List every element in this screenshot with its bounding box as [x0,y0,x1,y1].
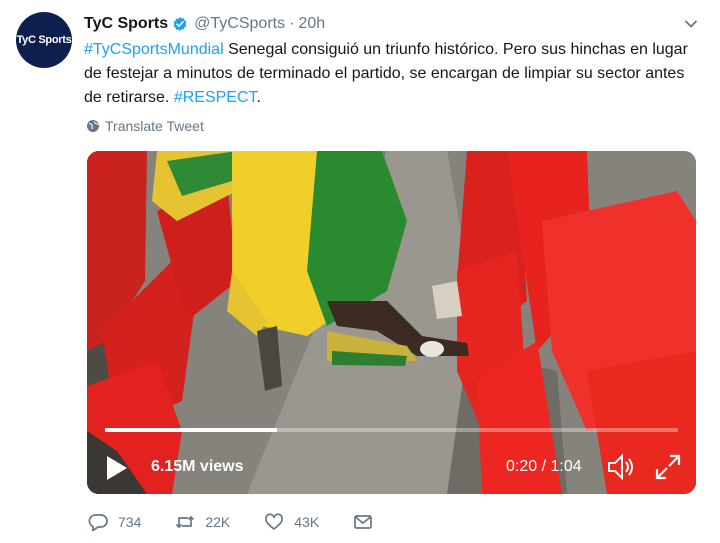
reply-button[interactable]: 734 [88,512,141,532]
like-icon [265,513,284,530]
author-name[interactable]: TyC Sports [84,15,168,33]
video-player[interactable]: 6.15M views 0:20 / 1:04 [87,151,696,494]
tweet-text: #TyCSportsMundial Senegal consiguió un t… [84,38,694,110]
volume-icon[interactable] [606,453,638,481]
translate-label: Translate Tweet [105,118,204,134]
avatar-text: TyC Sports [16,34,72,46]
avatar[interactable]: TyC Sports [16,12,72,68]
globe-icon [86,119,100,133]
direct-message-icon [354,515,373,529]
tweet-end: . [256,89,261,106]
video-timecode: 0:20 / 1:04 [506,458,582,475]
direct-message-button[interactable] [353,512,383,532]
play-icon[interactable] [105,455,129,481]
separator-dot: · [289,15,295,32]
view-count: 6.15M views [151,458,244,475]
hashtag-link[interactable]: #TyCSportsMundial [84,41,224,58]
verified-icon [172,16,188,32]
translate-tweet-button[interactable]: Translate Tweet [86,118,204,134]
retweet-count: 22K [205,514,231,530]
reply-count: 734 [118,514,142,530]
video-frame [87,151,696,494]
video-progress-bar[interactable] [105,428,678,432]
tweet-actions: 734 22K 43K [88,512,417,532]
hashtag-link[interactable]: #RESPECT [174,89,257,106]
video-progress-fill [105,428,277,432]
tweet-header: TyC Sports @TyCSports · 20h [84,12,700,36]
retweet-icon [176,515,195,529]
chevron-down-icon[interactable] [682,15,700,33]
like-count: 43K [294,514,320,530]
author-handle[interactable]: @TyCSports [194,15,285,33]
video-controls: 6.15M views 0:20 / 1:04 [87,449,696,485]
reply-icon [88,514,108,532]
like-button[interactable]: 43K [264,512,319,532]
tweet-time[interactable]: 20h [298,15,325,33]
retweet-button[interactable]: 22K [175,512,230,532]
fullscreen-icon[interactable] [654,453,682,481]
